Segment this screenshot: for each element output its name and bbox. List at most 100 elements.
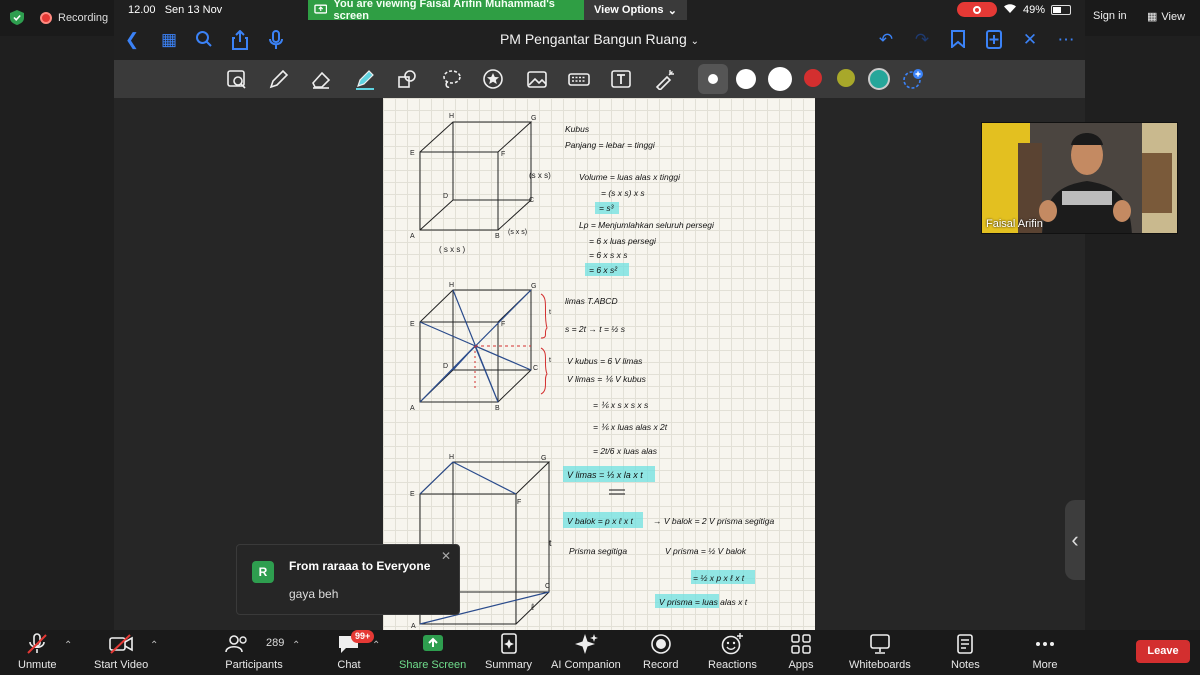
color-olive[interactable] xyxy=(837,69,855,87)
summary-icon xyxy=(500,633,517,654)
participants-icon-group: 289 xyxy=(224,633,284,655)
svg-text:D: D xyxy=(443,363,448,370)
participants-button[interactable]: 289 Participants xyxy=(224,633,284,673)
note-balok-1: V balok = p x ℓ x t xyxy=(567,516,633,526)
pen-icon[interactable] xyxy=(268,68,290,90)
note-line-6: = 6 x luas persegi xyxy=(589,236,657,246)
video-options-caret[interactable]: ⌃ xyxy=(150,640,158,651)
lasso-icon[interactable] xyxy=(440,68,462,90)
chevron-down-icon: ⌄ xyxy=(690,36,700,47)
cuboid-t-label: t xyxy=(549,538,552,548)
undo-icon[interactable]: ↶ xyxy=(876,30,896,50)
meeting-controls: Unmute ⌃ Start Video ⌃ 289 Participants … xyxy=(0,630,1200,675)
svg-text:H: H xyxy=(449,113,454,120)
close-icon[interactable]: ✕ xyxy=(1020,30,1040,50)
note-line-2: Volume = luas alas x tinggi xyxy=(579,172,681,182)
chevron-down-icon: ⌄ xyxy=(667,4,677,17)
svg-text:H: H xyxy=(449,454,454,461)
note-limas: limas T.ABCD xyxy=(565,296,618,306)
chat-unread-badge: 99+ xyxy=(351,630,375,643)
shared-screen: 12.00 Sen 13 Nov 49% ❮ ▦ PM Pengantar Ba… xyxy=(114,0,1085,630)
note-limas-6: = ⅙ x luas alas x 2t xyxy=(593,422,668,432)
cube1-side-label: (s x s) xyxy=(529,171,551,180)
text-box-icon[interactable] xyxy=(610,68,632,90)
status-date: Sen 13 Nov xyxy=(164,4,223,16)
leave-button[interactable]: Leave xyxy=(1136,640,1190,663)
lasso-zoom-icon[interactable] xyxy=(226,68,248,90)
chevron-left-icon: ‹ xyxy=(1071,527,1079,552)
chat-avatar: R xyxy=(252,561,274,583)
chat-label: Chat xyxy=(337,659,361,671)
add-color-icon[interactable] xyxy=(902,68,924,90)
more-label: More xyxy=(1032,659,1058,671)
more-icon[interactable]: ⋯ xyxy=(1056,30,1076,50)
svg-text:A: A xyxy=(410,405,415,412)
view-options-dropdown[interactable]: View Options ⌄ xyxy=(584,0,687,20)
sign-in-link[interactable]: Sign in xyxy=(1093,10,1127,22)
notes-icon xyxy=(957,634,974,654)
svg-text:F: F xyxy=(517,499,521,506)
ai-companion-label: AI Companion xyxy=(551,659,621,671)
share-screen-icon xyxy=(422,635,443,651)
chat-message: gaya beh xyxy=(289,587,339,601)
image-icon[interactable] xyxy=(526,68,548,90)
cube-diagram-1 xyxy=(419,121,533,231)
sticker-star-icon[interactable] xyxy=(482,68,504,90)
color-red[interactable] xyxy=(804,69,822,87)
start-video-button[interactable]: Start Video xyxy=(94,633,148,673)
chat-options-caret[interactable]: ⌃ xyxy=(372,640,380,651)
screen-share-icon xyxy=(314,4,328,14)
svg-text:C: C xyxy=(529,197,534,204)
whiteboards-label: Whiteboards xyxy=(849,659,911,671)
whiteboards-button[interactable]: Whiteboards xyxy=(849,633,911,673)
audio-options-caret[interactable]: ⌃ xyxy=(64,640,72,651)
battery-percent: 49% xyxy=(1022,3,1045,16)
svg-text:E: E xyxy=(410,321,415,328)
record-button[interactable]: Record xyxy=(643,633,678,673)
participants-options-caret[interactable]: ⌃ xyxy=(292,640,300,651)
ai-companion-button[interactable]: AI Companion xyxy=(551,633,621,673)
speaker-video-tile[interactable]: Faisal Arifin xyxy=(981,122,1178,234)
shield-icon[interactable] xyxy=(10,10,24,25)
add-page-icon[interactable] xyxy=(984,30,1004,50)
participants-label: Participants xyxy=(225,659,283,671)
close-icon[interactable]: ✕ xyxy=(441,549,451,563)
note-prisma-4: V prisma = luas alas x t xyxy=(659,597,748,607)
screen-record-icon xyxy=(956,2,997,17)
keyboard-icon[interactable] xyxy=(568,68,590,90)
svg-text:B: B xyxy=(495,405,500,412)
redo-icon[interactable]: ↷ xyxy=(912,30,932,50)
recording-indicator[interactable]: Recording xyxy=(34,8,114,28)
note-limas-7: = 2t/6 x luas alas xyxy=(593,446,658,456)
laser-pointer-icon[interactable] xyxy=(654,68,676,90)
more-button[interactable]: More xyxy=(1032,633,1058,673)
svg-text:G: G xyxy=(531,115,536,122)
pen-size-large[interactable] xyxy=(768,67,792,91)
pen-size-medium[interactable] xyxy=(736,69,756,89)
view-button[interactable]: ▦ View xyxy=(1147,10,1186,24)
summary-button[interactable]: Summary xyxy=(485,633,532,673)
bookmark-icon[interactable] xyxy=(948,30,968,50)
share-screen-label: Share Screen xyxy=(399,659,467,671)
pen-size-small[interactable] xyxy=(708,74,718,84)
summary-label: Summary xyxy=(485,659,533,671)
unmute-button[interactable]: Unmute xyxy=(18,633,57,673)
reactions-button[interactable]: Reactions xyxy=(708,633,757,673)
svg-text:E: E xyxy=(410,491,415,498)
svg-text:t: t xyxy=(549,357,551,364)
share-screen-button[interactable]: Share Screen xyxy=(399,633,466,673)
eraser-icon[interactable] xyxy=(310,68,332,90)
start-video-label: Start Video xyxy=(94,659,149,671)
svg-text:H: H xyxy=(449,282,454,289)
document-title[interactable]: PM Pengantar Bangun Ruang ⌄ xyxy=(114,31,1085,47)
view-label: View xyxy=(1161,10,1186,23)
color-teal[interactable] xyxy=(868,68,890,90)
participants-count: 289 xyxy=(266,637,285,649)
apps-button[interactable]: Apps xyxy=(788,633,814,673)
notes-button[interactable]: Notes xyxy=(951,633,980,673)
note-line-1: Panjang = lebar = tinggi xyxy=(565,140,656,150)
chat-notification[interactable]: R From raraaa to Everyone gaya beh ✕ xyxy=(236,544,460,615)
shapes-icon[interactable] xyxy=(396,68,418,90)
side-panel-toggle[interactable]: ‹ xyxy=(1065,500,1085,580)
highlighter-icon[interactable] xyxy=(354,68,376,90)
